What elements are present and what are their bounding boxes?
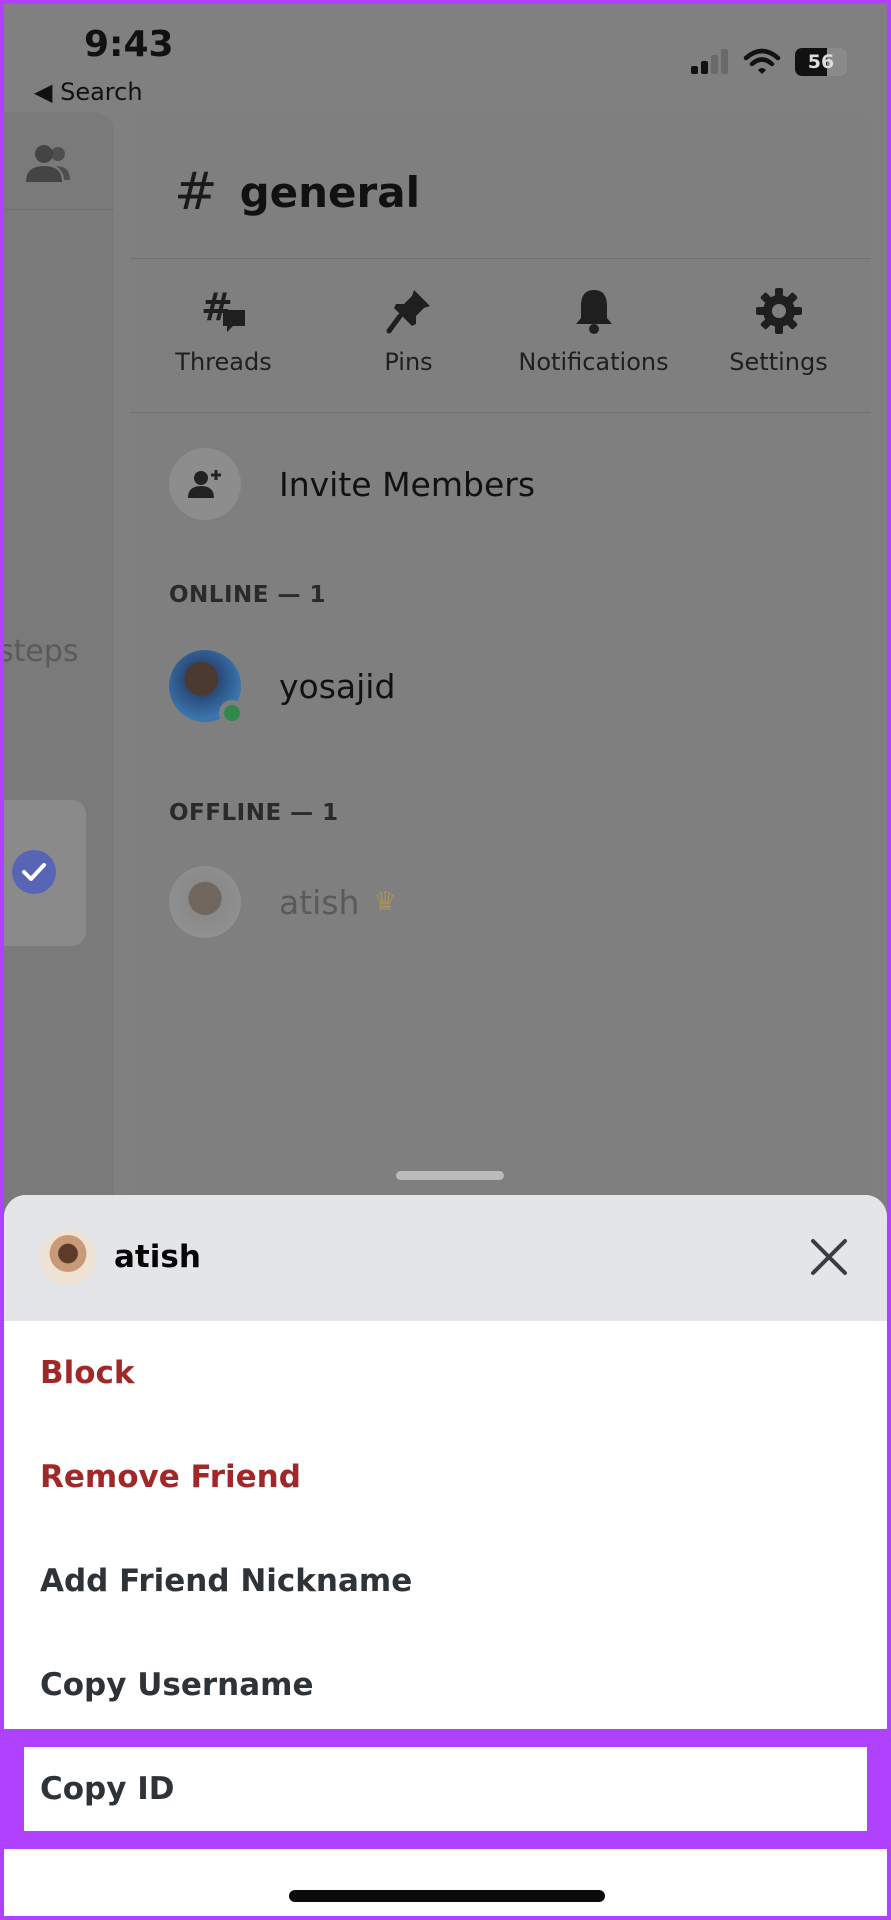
notifications-label: Notifications: [518, 348, 669, 376]
block-button[interactable]: Block: [4, 1321, 887, 1425]
left-divider: [4, 209, 114, 210]
hash-icon: #: [174, 162, 218, 222]
add-friend-nickname-button[interactable]: Add Friend Nickname: [4, 1529, 887, 1633]
copy-username-button[interactable]: Copy Username: [4, 1633, 887, 1737]
actions-divider: [131, 412, 871, 413]
close-icon[interactable]: [807, 1235, 851, 1279]
check-icon: [12, 850, 56, 894]
copy-id-button[interactable]: Copy ID: [24, 1747, 867, 1831]
home-indicator[interactable]: [289, 1890, 605, 1902]
avatar: [40, 1230, 96, 1286]
sheet-header: atish: [4, 1195, 887, 1321]
sheet-grabber[interactable]: [396, 1171, 504, 1180]
add-member-icon: [169, 448, 241, 520]
sheet-username: atish: [114, 1239, 201, 1275]
online-section-label: ONLINE — 1: [169, 582, 326, 608]
offline-section-label: OFFLINE — 1: [169, 800, 339, 826]
status-icons: 56: [689, 48, 847, 76]
pins-label: Pins: [384, 348, 433, 376]
member-row-atish[interactable]: atish ♛: [169, 866, 397, 938]
status-time: 9:43: [84, 24, 174, 65]
back-to-search-link[interactable]: ◀ Search: [34, 78, 143, 106]
cellular-signal-icon: [691, 49, 728, 74]
pin-icon: [386, 290, 430, 334]
crown-icon: ♛: [373, 887, 397, 917]
battery-icon: 56: [795, 48, 847, 76]
pins-button[interactable]: Pins: [316, 286, 501, 376]
battery-level: 56: [807, 51, 835, 73]
gear-icon: [755, 288, 802, 334]
avatar: [169, 866, 241, 938]
left-partial-text: steps: [4, 634, 79, 669]
member-name: atish: [279, 882, 360, 922]
member-row-yosajid[interactable]: yosajid: [169, 650, 396, 726]
channel-header: # general: [174, 162, 420, 222]
invite-members-row[interactable]: Invite Members: [169, 448, 535, 520]
notifications-button[interactable]: Notifications: [501, 286, 686, 376]
threads-label: Threads: [175, 348, 272, 376]
wifi-icon: [743, 48, 781, 74]
members-icon[interactable]: [22, 142, 72, 186]
remove-friend-button[interactable]: Remove Friend: [4, 1425, 887, 1529]
threads-button[interactable]: # Threads: [131, 286, 316, 376]
left-panel: [4, 112, 114, 1312]
settings-button[interactable]: Settings: [686, 286, 871, 376]
bell-icon: [575, 290, 612, 334]
invite-members-label: Invite Members: [279, 464, 536, 504]
user-action-sheet: atish Block Remove Friend Add Friend Nic…: [4, 1195, 887, 1916]
screen: 9:43 ◀ Search 56 steps # general # Threa…: [4, 4, 887, 1916]
channel-name: general: [239, 167, 420, 217]
channel-actions: # Threads Pins Notifications Settings: [131, 286, 871, 376]
avatar: [169, 650, 245, 726]
header-divider: [131, 258, 871, 259]
member-name: yosajid: [279, 666, 396, 706]
settings-label: Settings: [729, 348, 828, 376]
threads-icon: #: [201, 286, 245, 332]
online-status-icon: [219, 700, 245, 726]
